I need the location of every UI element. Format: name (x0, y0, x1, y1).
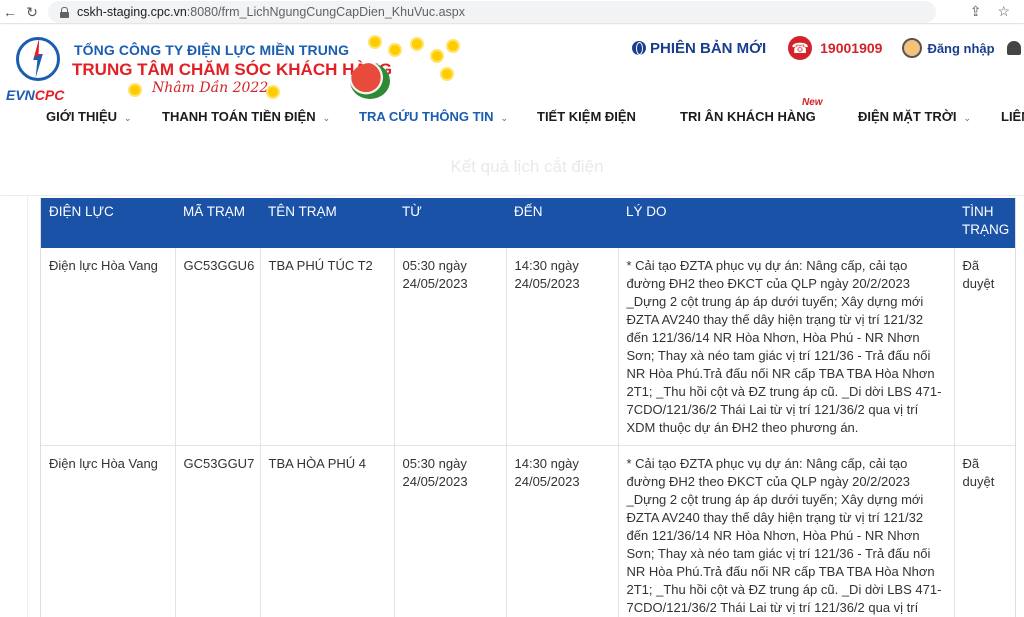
cell-ma-tram: GC53GGU7 (175, 445, 261, 617)
cell-dien-luc: Điện lực Hòa Vang (41, 445, 176, 617)
cell-tinh-trang: Đã duyệt (954, 445, 1015, 617)
column-header-ten-tram[interactable]: TÊN TRẠM (260, 198, 394, 248)
cell-ly-do: * Cải tạo ĐZTA phục vụ dự án: Nâng cấp, … (618, 248, 955, 446)
login-link[interactable]: Đăng nhập (927, 41, 994, 56)
url-text: cskh-staging.cpc.vn:8080/frm_LichNgungCu… (77, 5, 465, 19)
nav-item-tri-an[interactable]: TRI ÂN KHÁCH HÀNG (680, 109, 816, 124)
table-row[interactable]: Điện lực Hòa Vang GC53GGU6 TBA PHÚ TÚC T… (41, 248, 1015, 446)
result-title: Kết quả lịch cắt điện (450, 157, 604, 176)
watermelon-icon (350, 63, 390, 99)
main-nav: GIỚI THIỆU ⌄ THANH TOÁN TIỀN ĐIỆN ⌄ TRA CỨ… (0, 109, 1024, 131)
chevron-down-icon: ⌄ (124, 113, 132, 123)
back-arrow-icon[interactable]: ← (0, 2, 20, 22)
cell-ten-tram: TBA PHÚ TÚC T2 (260, 248, 395, 446)
content-area: ĐIỆN LỰC MÃ TRẠM TÊN TRẠM TỪ ĐẾN LÝ DO T… (0, 196, 1024, 617)
users-icon[interactable] (1006, 41, 1021, 55)
user-avatar-icon (902, 38, 923, 58)
column-header-tu[interactable]: TỪ (394, 198, 506, 248)
table-header-row: ĐIỆN LỰC MÃ TRẠM TÊN TRẠM TỪ ĐẾN LÝ DO T… (41, 198, 1015, 248)
cell-tinh-trang: Đã duyệt (954, 248, 1015, 446)
nav-item-gioi-thieu[interactable]: GIỚI THIỆU ⌄ (46, 109, 132, 124)
evncpc-logo[interactable]: EVNCPC (6, 37, 76, 107)
cell-dien-luc: Điện lực Hòa Vang (41, 248, 176, 446)
bookmark-star-icon[interactable]: ☆ (997, 3, 1010, 20)
company-name: TỔNG CÔNG TY ĐIỆN LỰC MIỀN TRUNG (74, 42, 350, 58)
evn-logo-icon (16, 37, 60, 81)
share-icon[interactable]: ⇪ (970, 3, 982, 20)
tet-banner-illustration (130, 33, 460, 105)
cell-ly-do: * Cải tạo ĐZTA phục vụ dự án: Nâng cấp, … (618, 445, 955, 617)
nav-item-tiet-kiem[interactable]: TIẾT KIỆM ĐIỆN (537, 109, 636, 124)
left-gutter (0, 196, 28, 617)
cell-tu: 05:30 ngày 24/05/2023 (394, 445, 507, 617)
reload-icon[interactable]: ↻ (22, 2, 42, 22)
nav-item-lien-he[interactable]: LIÊN (1001, 109, 1024, 124)
table-row[interactable]: Điện lực Hòa Vang GC53GGU7 TBA HÒA PHÚ 4… (41, 445, 1015, 617)
cell-ma-tram: GC53GGU6 (175, 248, 261, 446)
column-header-den[interactable]: ĐẾN (506, 198, 618, 248)
column-header-tinh-trang[interactable]: TÌNH TRẠNG (954, 198, 1015, 248)
phone-icon: ☎ (788, 36, 813, 60)
hotline-number[interactable]: 19001909 (820, 40, 882, 56)
browser-actions: ⇪ ☆ (970, 3, 1010, 20)
cell-ten-tram: TBA HÒA PHÚ 4 (260, 445, 395, 617)
outage-schedule-table: ĐIỆN LỰC MÃ TRẠM TÊN TRẠM TỪ ĐẾN LÝ DO T… (41, 198, 1015, 617)
new-badge: New (802, 97, 823, 108)
cell-tu: 05:30 ngày 24/05/2023 (394, 248, 507, 446)
site-header: EVNCPC TỔNG CÔNG TY ĐIỆN LỰC MIỀN TRUNG … (0, 25, 1024, 195)
nav-item-thanh-toan[interactable]: THANH TOÁN TIỀN ĐIỆN ⌄ (162, 109, 330, 124)
nav-item-tra-cuu[interactable]: TRA CỨU THÔNG TIN ⌄ (359, 109, 508, 124)
column-header-ma-tram[interactable]: MÃ TRẠM (175, 198, 260, 248)
globe-icon (632, 41, 646, 55)
new-version-link[interactable]: PHIÊN BẢN MỚI (650, 40, 766, 57)
browser-address-bar: ← ↻ cskh-staging.cpc.vn:8080/frm_LichNgu… (0, 0, 1024, 24)
chevron-down-icon: ⌄ (322, 113, 331, 123)
chevron-down-icon: ⌄ (500, 113, 509, 123)
cell-den: 14:30 ngày 24/05/2023 (506, 248, 619, 446)
cell-den: 14:30 ngày 24/05/2023 (506, 445, 619, 617)
column-header-dien-luc[interactable]: ĐIỆN LỰC (41, 198, 175, 248)
chevron-down-icon: ⌄ (963, 113, 972, 123)
outage-table-wrapper: ĐIỆN LỰC MÃ TRẠM TÊN TRẠM TỪ ĐẾN LÝ DO T… (40, 198, 1016, 617)
greeting-text: Nhâm Dần 2022 (152, 80, 269, 96)
lock-icon (60, 6, 69, 18)
logo-text: EVNCPC (6, 87, 65, 103)
nav-item-dien-mat-troi[interactable]: ĐIỆN MẶT TRỜI ⌄ (858, 109, 971, 124)
url-bar[interactable]: cskh-staging.cpc.vn:8080/frm_LichNgungCu… (48, 1, 936, 23)
top-links: PHIÊN BẢN MỚI ☎ 19001909 Đăng nhập (632, 36, 1021, 60)
column-header-ly-do[interactable]: LÝ DO (618, 198, 954, 248)
